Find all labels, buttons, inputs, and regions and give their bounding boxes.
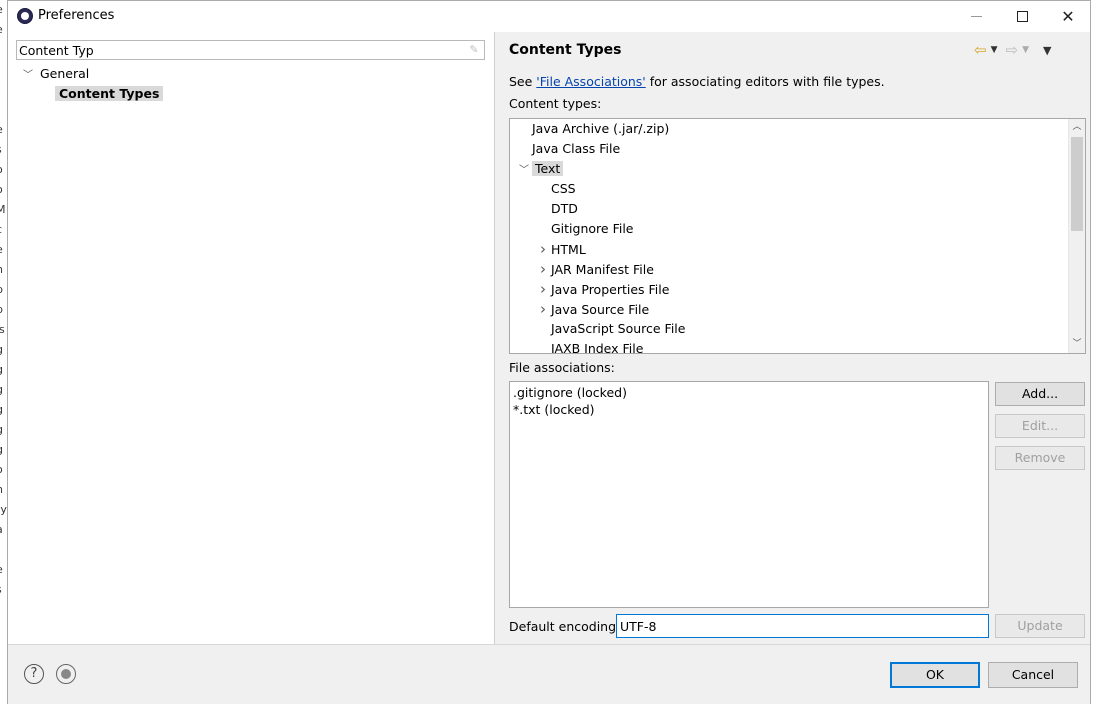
content-type-label: Java Archive (.jar/.zip) (532, 121, 670, 136)
cancel-button[interactable]: Cancel (988, 662, 1078, 688)
content-type-item[interactable]: JavaScript Source File (535, 319, 685, 339)
content-type-label: JAXB Index File (551, 341, 644, 354)
ok-button[interactable]: OK (890, 662, 980, 688)
content-type-item[interactable]: DTD (535, 199, 578, 219)
chevron-down-icon[interactable]: ﹀ (20, 66, 36, 86)
default-encoding-label: Default encoding: (509, 619, 621, 634)
content-type-item[interactable]: Java Archive (.jar/.zip) (516, 119, 669, 139)
back-dropdown-icon[interactable]: ▼ (991, 45, 998, 55)
content-types-label: Content types: (509, 96, 602, 111)
scroll-up-icon[interactable]: ︿ (1069, 119, 1085, 136)
view-menu-icon[interactable]: ▼ (1043, 44, 1051, 57)
remove-button[interactable]: Remove (995, 446, 1085, 470)
tree-node-general[interactable]: ﹀ General (20, 64, 89, 84)
content-type-label: HTML (551, 242, 586, 257)
title-bar: Preferences ✕ (8, 1, 1090, 32)
description-prefix: See (509, 74, 537, 89)
minimize-icon (970, 15, 982, 17)
content-type-label: CSS (551, 181, 576, 196)
clear-filter-icon[interactable]: ✎ (467, 43, 481, 57)
chevron-right-icon[interactable]: › (535, 279, 551, 299)
content-type-item[interactable]: Gitignore File (535, 219, 633, 239)
chevron-down-icon[interactable]: ﹀ (516, 161, 532, 181)
back-arrow-icon[interactable]: ⇦ (974, 41, 987, 59)
content-type-label: Gitignore File (551, 221, 634, 236)
help-icon[interactable]: ? (24, 664, 44, 684)
content-type-item[interactable]: CSS (535, 179, 576, 199)
tree-node-label: Content Types (55, 86, 164, 101)
content-type-item[interactable]: › JAR Manifest File (535, 259, 654, 279)
window-title: Preferences (38, 8, 115, 23)
filter-input[interactable] (17, 41, 457, 59)
preference-tree-pane: ✎ ﹀ General Content Types (8, 32, 495, 644)
forward-dropdown-icon[interactable]: ▼ (1022, 45, 1029, 55)
content-type-label: Java Source File (551, 302, 650, 317)
page-title: Content Types (509, 42, 622, 58)
scroll-down-icon[interactable]: ﹀ (1069, 336, 1085, 353)
content-type-label: Java Class File (532, 141, 621, 156)
content-type-label: DTD (551, 201, 578, 216)
content-type-item[interactable]: Java Class File (516, 139, 620, 159)
file-associations-link[interactable]: 'File Associations' (536, 74, 645, 89)
list-item[interactable]: .gitignore (locked) (513, 384, 985, 401)
chevron-right-icon[interactable]: › (535, 299, 551, 319)
close-icon: ✕ (1061, 6, 1075, 26)
dialog-footer: ? OK Cancel (8, 644, 1090, 704)
maximize-button[interactable] (999, 1, 1045, 31)
content-type-item[interactable]: › HTML (535, 239, 586, 259)
description: See 'File Associations' for associating … (509, 74, 885, 89)
content-type-label: Java Properties File (551, 282, 670, 297)
file-associations-list[interactable]: .gitignore (locked) *.txt (locked) (509, 381, 989, 608)
page-navigation: ⇦ ▼ ⇨ ▼ ▼ (974, 41, 1051, 59)
file-associations-label: File associations: (509, 360, 615, 375)
content-type-item[interactable]: JAXB Index File (535, 339, 644, 354)
default-encoding-input[interactable] (616, 614, 989, 638)
maximize-icon (1016, 10, 1028, 22)
tree-node-label: General (39, 66, 90, 81)
chevron-right-icon[interactable]: › (535, 239, 551, 259)
content-type-item[interactable]: › Java Properties File (535, 279, 669, 299)
eclipse-icon (17, 8, 33, 24)
minimize-button[interactable] (953, 1, 999, 31)
edit-button[interactable]: Edit... (995, 414, 1085, 438)
forward-arrow-icon[interactable]: ⇨ (1006, 41, 1019, 59)
description-suffix: for associating editors with file types. (645, 74, 885, 89)
close-button[interactable]: ✕ (1045, 1, 1091, 31)
chevron-right-icon[interactable]: › (535, 259, 551, 279)
content-type-item[interactable]: ﹀ Text (516, 159, 564, 181)
tree-node-content-types[interactable]: Content Types (55, 84, 164, 104)
content-type-label: JavaScript Source File (551, 321, 686, 336)
preferences-dialog: Preferences ✕ ✎ ﹀ General Content Types … (7, 0, 1091, 704)
content-type-item[interactable]: › Java Source File (535, 299, 649, 319)
content-types-page: Content Types ⇦ ▼ ⇨ ▼ ▼ See 'File Associ… (496, 32, 1090, 644)
vertical-scrollbar[interactable]: ︿ ﹀ (1068, 119, 1085, 353)
content-type-label: JAR Manifest File (551, 262, 654, 277)
content-type-label: Text (532, 161, 564, 176)
scroll-thumb[interactable] (1071, 137, 1083, 231)
content-types-tree[interactable]: ︿ ﹀ Java Archive (.jar/.zip) Java Class F… (509, 118, 1086, 354)
add-button[interactable]: Add... (995, 382, 1085, 406)
record-icon[interactable] (56, 664, 76, 684)
update-button[interactable]: Update (995, 614, 1085, 638)
list-item[interactable]: *.txt (locked) (513, 401, 985, 418)
filter-field[interactable]: ✎ (16, 40, 485, 60)
